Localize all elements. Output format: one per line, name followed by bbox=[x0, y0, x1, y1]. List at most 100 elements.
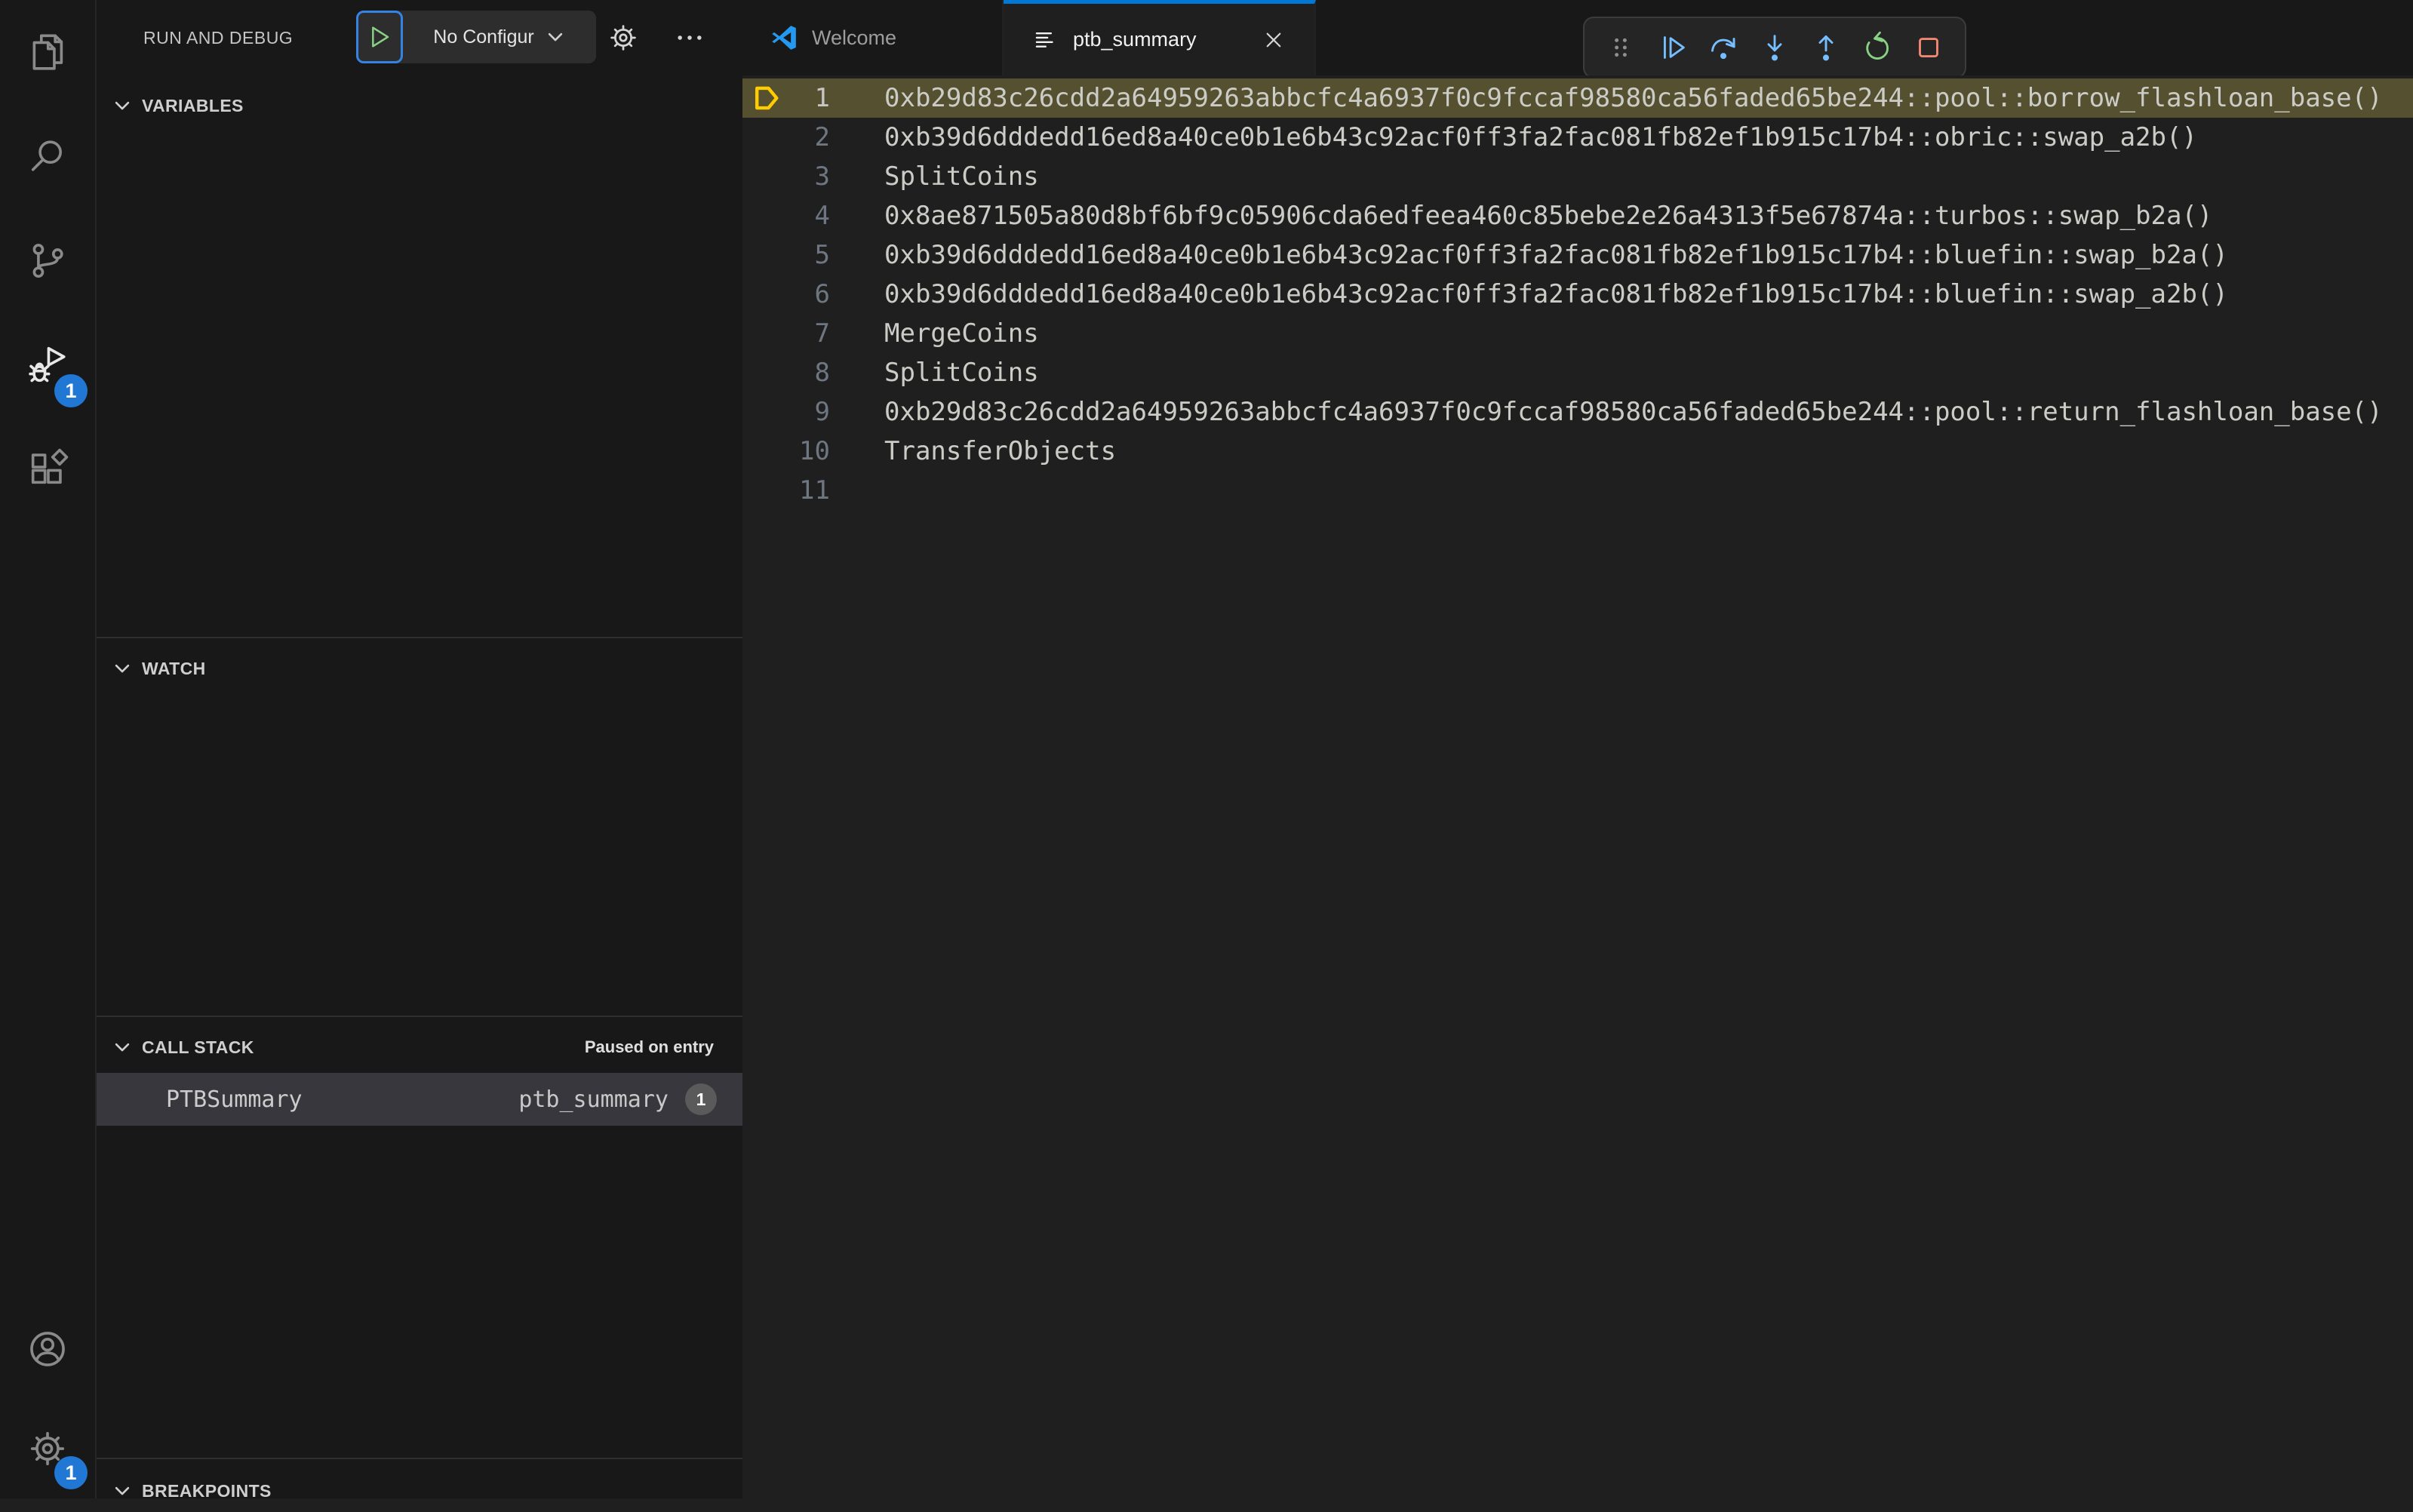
step-over-icon bbox=[1706, 30, 1741, 65]
step-out-button[interactable] bbox=[1805, 24, 1847, 71]
gutter[interactable] bbox=[742, 353, 791, 392]
restart-button[interactable] bbox=[1856, 24, 1898, 71]
step-over-button[interactable] bbox=[1702, 24, 1744, 71]
line-number[interactable]: 10 bbox=[791, 436, 830, 466]
breakpoints-label: BREAKPOINTS bbox=[142, 1480, 272, 1501]
line-number[interactable]: 9 bbox=[791, 397, 830, 427]
code-line-10[interactable]: 10 TransferObjects bbox=[742, 432, 2413, 471]
line-number[interactable]: 5 bbox=[791, 240, 830, 270]
activity-extensions-button[interactable] bbox=[0, 416, 95, 521]
line-number[interactable]: 1 bbox=[791, 83, 830, 113]
code-editor[interactable]: 1 0xb29d83c26cdd2a64959263abbcfc4a6937f0… bbox=[742, 75, 2413, 1498]
code-text[interactable]: TransferObjects bbox=[884, 436, 1116, 466]
code-line-1[interactable]: 1 0xb29d83c26cdd2a64959263abbcfc4a6937f0… bbox=[742, 78, 2413, 118]
tab-welcome[interactable]: Welcome bbox=[742, 0, 1004, 75]
activity-accounts-button[interactable] bbox=[0, 1299, 95, 1399]
debug-settings-button[interactable] bbox=[604, 18, 643, 57]
line-number[interactable]: 4 bbox=[791, 201, 830, 231]
stop-button[interactable] bbox=[1907, 24, 1950, 71]
code-line-3[interactable]: 3 SplitCoins bbox=[742, 157, 2413, 196]
code-line-7[interactable]: 7 MergeCoins bbox=[742, 314, 2413, 353]
code-line-11[interactable]: 11 bbox=[742, 471, 2413, 510]
toolbar-drag-handle[interactable] bbox=[1600, 24, 1642, 71]
code-line-8[interactable]: 8 SplitCoins bbox=[742, 353, 2413, 392]
play-icon bbox=[364, 22, 395, 52]
config-dropdown[interactable]: No Configur bbox=[403, 11, 596, 63]
tab-ptb-summary[interactable]: ptb_summary bbox=[1004, 0, 1316, 75]
code-text[interactable]: 0xb39d6dddedd16ed8a40ce0b1e6b43c92acf0ff… bbox=[884, 279, 2228, 309]
code-text[interactable]: MergeCoins bbox=[884, 318, 1039, 349]
breakpoints-section: BREAKPOINTS bbox=[97, 1458, 742, 1501]
line-number[interactable]: 8 bbox=[791, 358, 830, 388]
watch-section: WATCH bbox=[97, 637, 742, 690]
search-icon bbox=[26, 134, 69, 178]
line-number[interactable]: 11 bbox=[791, 475, 830, 506]
gutter[interactable] bbox=[742, 471, 791, 510]
account-icon bbox=[26, 1327, 69, 1371]
source-control-icon bbox=[26, 238, 69, 282]
chevron-down-icon bbox=[112, 658, 133, 679]
gripper-icon bbox=[1603, 30, 1638, 65]
continue-button[interactable] bbox=[1651, 24, 1693, 71]
activity-explorer-button[interactable] bbox=[0, 0, 95, 104]
activity-bar: 1 1 bbox=[0, 0, 97, 1498]
code-line-5[interactable]: 5 0xb39d6dddedd16ed8a40ce0b1e6b43c92acf0… bbox=[742, 235, 2413, 275]
activity-settings-button[interactable]: 1 bbox=[0, 1399, 95, 1498]
line-number[interactable]: 2 bbox=[791, 122, 830, 152]
code-line-6[interactable]: 6 0xb39d6dddedd16ed8a40ce0b1e6b43c92acf0… bbox=[742, 275, 2413, 314]
code-text[interactable]: 0xb29d83c26cdd2a64959263abbcfc4a6937f0c9… bbox=[884, 397, 2383, 427]
variables-section-header[interactable]: VARIABLES bbox=[97, 85, 742, 127]
call-stack-label: CALL STACK bbox=[142, 1037, 254, 1057]
code-text[interactable]: 0xb39d6dddedd16ed8a40ce0b1e6b43c92acf0ff… bbox=[884, 240, 2228, 270]
code-line-4[interactable]: 4 0x8ae871505a80d8bf6bf9c05906cda6edfeea… bbox=[742, 196, 2413, 235]
pause-status: Paused on entry bbox=[584, 1037, 714, 1056]
step-into-button[interactable] bbox=[1754, 24, 1796, 71]
run-and-debug-sidebar: RUN AND DEBUG No Configur VARIABLES WATC… bbox=[97, 0, 742, 1501]
line-number[interactable]: 6 bbox=[791, 279, 830, 309]
vscode-logo-icon bbox=[770, 23, 798, 52]
continue-icon bbox=[1655, 30, 1689, 65]
gutter[interactable] bbox=[742, 275, 791, 314]
watch-section-header[interactable]: WATCH bbox=[97, 647, 742, 690]
code-line-9[interactable]: 9 0xb29d83c26cdd2a64959263abbcfc4a6937f0… bbox=[742, 392, 2413, 432]
config-dropdown-value: No Configur bbox=[433, 26, 534, 48]
code-text[interactable]: 0x8ae871505a80d8bf6bf9c05906cda6edfeea46… bbox=[884, 201, 2212, 231]
breakpoints-section-header[interactable]: BREAKPOINTS bbox=[97, 1470, 742, 1512]
activity-run-debug-button[interactable]: 1 bbox=[0, 312, 95, 416]
line-number[interactable]: 3 bbox=[791, 161, 830, 192]
call-stack-frame[interactable]: PTBSummary ptb_summary 1 bbox=[97, 1073, 742, 1126]
gutter[interactable] bbox=[742, 392, 791, 432]
code-text[interactable]: 0xb39d6dddedd16ed8a40ce0b1e6b43c92acf0ff… bbox=[884, 122, 2197, 152]
gutter[interactable] bbox=[742, 235, 791, 275]
start-debugging-button[interactable] bbox=[356, 11, 403, 63]
watch-label: WATCH bbox=[142, 658, 206, 678]
editor-tab-bar: Welcome ptb_summary bbox=[742, 0, 2413, 75]
gutter[interactable] bbox=[742, 118, 791, 157]
variables-section: VARIABLES bbox=[97, 85, 742, 137]
gutter[interactable] bbox=[742, 157, 791, 196]
code-line-2[interactable]: 2 0xb39d6dddedd16ed8a40ce0b1e6b43c92acf0… bbox=[742, 118, 2413, 157]
chevron-down-icon bbox=[112, 1037, 133, 1058]
restart-icon bbox=[1860, 30, 1895, 65]
call-stack-section-header[interactable]: CALL STACK Paused on entry bbox=[97, 1026, 742, 1068]
files-icon bbox=[26, 30, 69, 74]
code-text[interactable]: 0xb29d83c26cdd2a64959263abbcfc4a6937f0c9… bbox=[884, 83, 2383, 113]
ellipsis-icon bbox=[673, 21, 706, 54]
line-number[interactable]: 7 bbox=[791, 318, 830, 349]
current-statement-pointer-icon[interactable] bbox=[742, 78, 791, 118]
more-actions-button[interactable] bbox=[670, 18, 709, 57]
list-icon bbox=[1031, 26, 1059, 54]
chevron-down-icon bbox=[545, 26, 566, 48]
gutter[interactable] bbox=[742, 432, 791, 471]
stop-icon bbox=[1911, 30, 1946, 65]
activity-search-button[interactable] bbox=[0, 104, 95, 208]
code-text[interactable]: SplitCoins bbox=[884, 161, 1039, 192]
tab-label: Welcome bbox=[812, 26, 897, 49]
debug-badge: 1 bbox=[54, 374, 88, 407]
close-icon[interactable] bbox=[1260, 26, 1287, 54]
code-text[interactable]: SplitCoins bbox=[884, 358, 1039, 388]
gutter[interactable] bbox=[742, 196, 791, 235]
step-out-icon bbox=[1809, 30, 1843, 65]
activity-source-control-button[interactable] bbox=[0, 208, 95, 312]
gutter[interactable] bbox=[742, 314, 791, 353]
